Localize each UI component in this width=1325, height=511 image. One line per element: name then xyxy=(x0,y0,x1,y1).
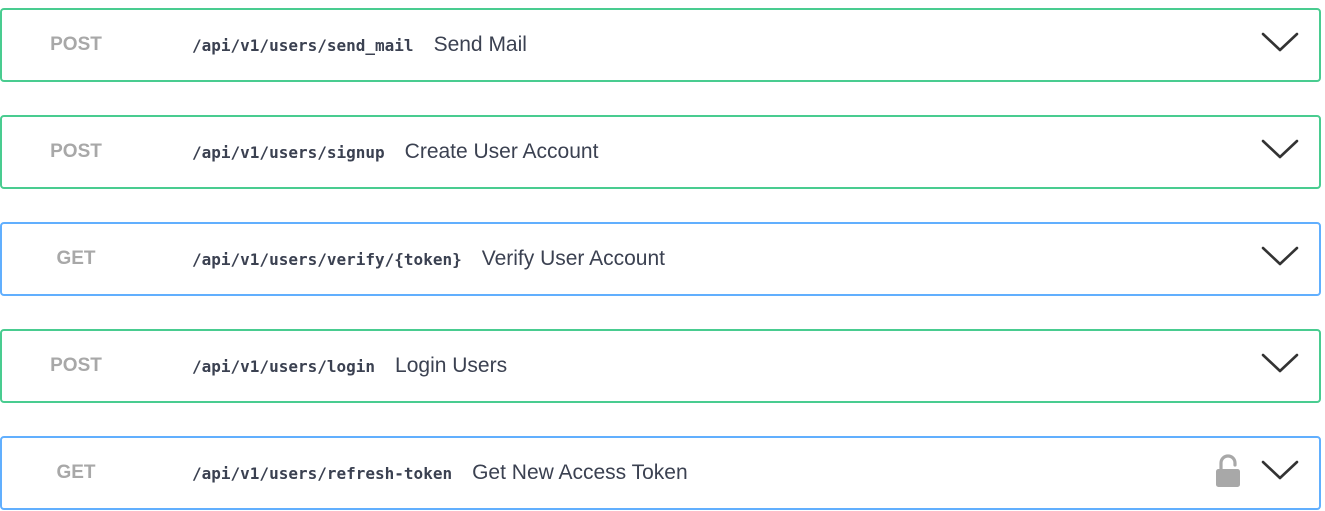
operation-get-refresh-token[interactable]: GET /api/v1/users/refresh-token Get New … xyxy=(0,436,1321,510)
operation-description: Verify User Account xyxy=(481,247,665,270)
operation-post-login[interactable]: POST /api/v1/users/login Login Users xyxy=(0,329,1321,403)
operation-description: Login Users xyxy=(395,354,508,377)
operation-path: /api/v1/users/refresh-token xyxy=(192,463,453,483)
operation-summary-line: /api/v1/users/login Login Users xyxy=(192,331,507,401)
method-badge: GET xyxy=(56,248,96,269)
method-badge: POST xyxy=(50,34,102,55)
operation-path: /api/v1/users/verify/{token} xyxy=(192,249,462,269)
operation-path: /api/v1/users/login xyxy=(192,356,376,376)
operation-description: Send Mail xyxy=(433,33,527,56)
operation-get-verify[interactable]: GET /api/v1/users/verify/{token} Verify … xyxy=(0,222,1321,296)
operation-summary-line: /api/v1/users/verify/{token} Verify User… xyxy=(192,224,665,294)
operation-description: Create User Account xyxy=(404,140,599,163)
operation-post-signup[interactable]: POST /api/v1/users/signup Create User Ac… xyxy=(0,115,1321,189)
operation-path: /api/v1/users/signup xyxy=(192,142,385,162)
unlocked-padlock-icon[interactable] xyxy=(1215,454,1241,488)
chevron-down-icon[interactable] xyxy=(1261,245,1299,267)
chevron-down-icon[interactable] xyxy=(1261,31,1299,53)
method-badge: POST xyxy=(50,355,102,376)
operation-summary-line: /api/v1/users/refresh-token Get New Acce… xyxy=(192,438,688,508)
operation-summary-line: /api/v1/users/signup Create User Account xyxy=(192,117,598,187)
operations-list: POST /api/v1/users/send_mail Send Mail P… xyxy=(0,0,1325,511)
method-badge: POST xyxy=(50,141,102,162)
operation-description: Get New Access Token xyxy=(472,461,688,484)
chevron-down-icon[interactable] xyxy=(1261,138,1299,160)
operation-summary-line: /api/v1/users/send_mail Send Mail xyxy=(192,10,527,80)
method-badge: GET xyxy=(56,462,96,483)
operation-path: /api/v1/users/send_mail xyxy=(192,35,414,55)
chevron-down-icon[interactable] xyxy=(1261,352,1299,374)
operation-post-send-mail[interactable]: POST /api/v1/users/send_mail Send Mail xyxy=(0,8,1321,82)
chevron-down-icon[interactable] xyxy=(1261,459,1299,481)
